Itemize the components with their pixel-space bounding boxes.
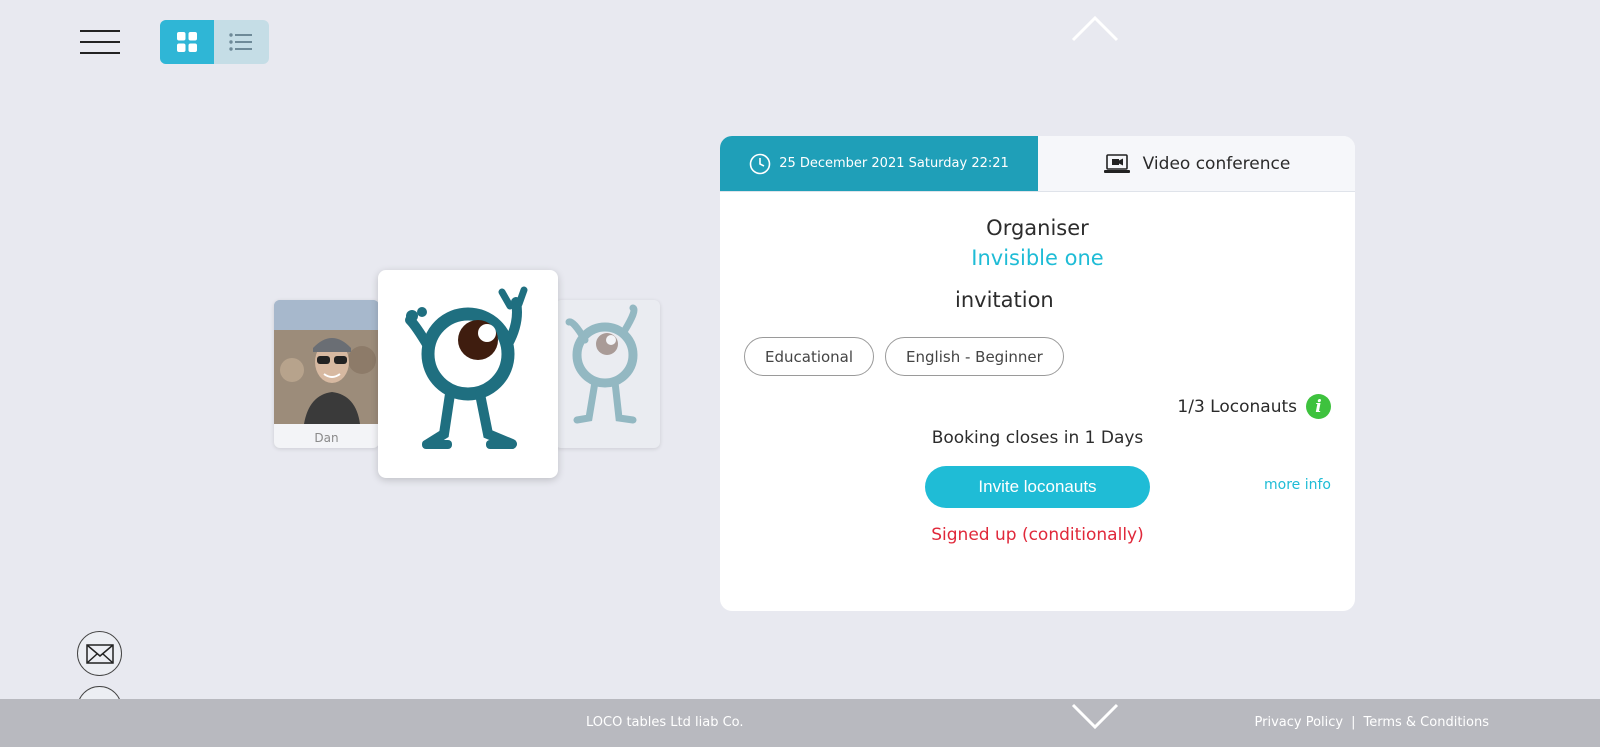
grid-icon bbox=[177, 32, 197, 52]
scroll-down-button[interactable] bbox=[1071, 703, 1119, 735]
grid-view-button[interactable] bbox=[160, 20, 214, 64]
event-panel: 25 December 2021 Saturday 22:21 Video co… bbox=[720, 136, 1355, 611]
loconauts-count: 1/3 Loconauts i bbox=[1177, 394, 1331, 419]
event-tags: Educational English - Beginner bbox=[744, 337, 1064, 376]
footer-links: Privacy Policy | Terms & Conditions bbox=[1255, 715, 1490, 730]
signup-status: Signed up (conditionally) bbox=[931, 525, 1144, 545]
more-info-link[interactable]: more info bbox=[1264, 477, 1331, 493]
participant-photo bbox=[274, 300, 379, 424]
event-date: 25 December 2021 Saturday 22:21 bbox=[779, 156, 1009, 171]
event-date-tab: 25 December 2021 Saturday 22:21 bbox=[720, 136, 1038, 191]
mascot-icon bbox=[565, 304, 638, 424]
tag-language-level: English - Beginner bbox=[885, 337, 1064, 376]
view-toggle bbox=[160, 20, 269, 64]
event-type-tab: Video conference bbox=[1038, 136, 1355, 191]
privacy-policy-link[interactable]: Privacy Policy bbox=[1255, 715, 1344, 730]
invite-loconauts-button[interactable]: Invite loconauts bbox=[925, 466, 1150, 508]
invitation-label: invitation bbox=[955, 288, 1054, 312]
company-name: LOCO tables Ltd liab Co. bbox=[586, 715, 744, 730]
clock-icon bbox=[749, 153, 771, 174]
event-header: 25 December 2021 Saturday 22:21 Video co… bbox=[720, 136, 1355, 192]
hamburger-menu-button[interactable] bbox=[80, 30, 120, 56]
hamburger-icon bbox=[80, 30, 120, 32]
loconauts-count-text: 1/3 Loconauts bbox=[1177, 396, 1297, 417]
chevron-down-icon bbox=[1071, 703, 1119, 730]
participant-card-right[interactable] bbox=[555, 300, 660, 448]
envelope-icon bbox=[85, 643, 114, 664]
list-icon bbox=[229, 33, 252, 51]
organiser-name-link[interactable]: Invisible one bbox=[720, 246, 1355, 270]
organiser-label: Organiser bbox=[986, 216, 1089, 240]
event-type: Video conference bbox=[1142, 153, 1291, 174]
mascot-icon bbox=[405, 286, 528, 449]
footer: LOCO tables Ltd liab Co. Privacy Policy … bbox=[0, 699, 1600, 747]
booking-deadline: Booking closes in 1 Days bbox=[931, 428, 1144, 448]
participant-card-left[interactable]: Dan bbox=[274, 300, 379, 448]
chevron-up-icon bbox=[1071, 15, 1119, 42]
tag-category: Educational bbox=[744, 337, 875, 376]
mail-button[interactable] bbox=[77, 631, 122, 676]
laptop-video-icon bbox=[1103, 153, 1130, 173]
participant-name: Dan bbox=[314, 431, 339, 445]
terms-link[interactable]: Terms & Conditions bbox=[1364, 715, 1490, 730]
footer-separator: | bbox=[1351, 715, 1356, 730]
scroll-up-button[interactable] bbox=[1071, 14, 1119, 46]
info-icon[interactable]: i bbox=[1306, 394, 1331, 419]
list-view-button[interactable] bbox=[214, 20, 268, 64]
organiser-card[interactable] bbox=[378, 270, 558, 478]
